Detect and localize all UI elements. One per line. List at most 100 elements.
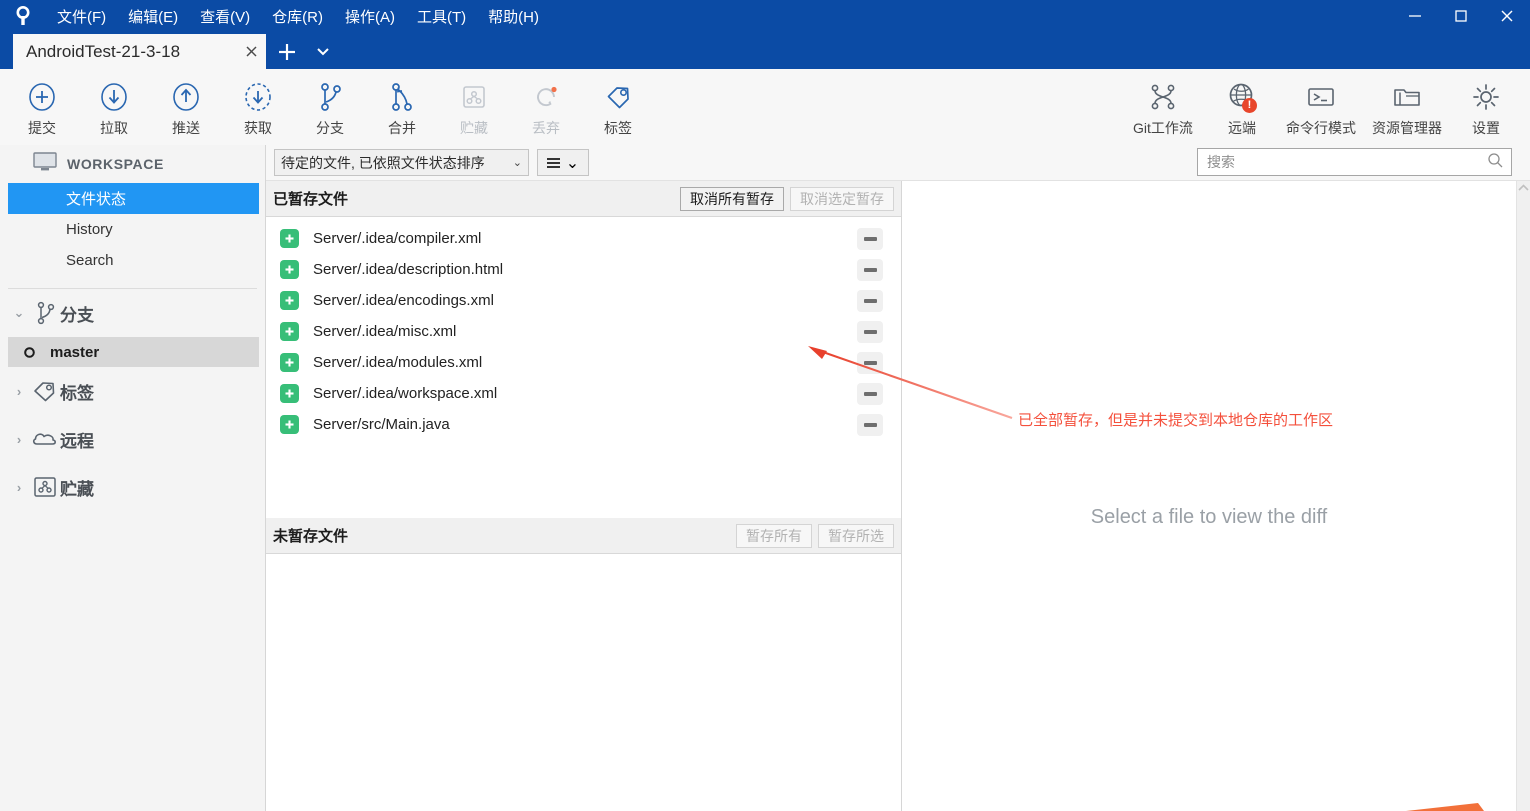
gitflow-button[interactable]: Git工作流	[1120, 69, 1206, 145]
list-view-icon	[546, 157, 560, 168]
commit-label: 提交	[28, 120, 56, 136]
terminal-icon	[1304, 78, 1338, 116]
branch-icon	[313, 78, 347, 116]
minus-icon[interactable]	[857, 351, 883, 374]
discard-icon	[529, 78, 563, 116]
staged-file-row[interactable]: Server/.idea/modules.xml	[266, 347, 901, 378]
staged-file-row[interactable]: Server/.idea/description.html	[266, 254, 901, 285]
close-icon[interactable]	[1484, 0, 1530, 32]
sidebar-item-history[interactable]: History	[0, 214, 265, 245]
terminal-button[interactable]: 命令行模式	[1278, 69, 1364, 145]
minus-icon[interactable]	[857, 289, 883, 312]
tab-close-icon[interactable]	[236, 34, 266, 69]
minus-icon[interactable]	[857, 320, 883, 343]
menu-help[interactable]: 帮助(H)	[477, 0, 550, 32]
staged-file-path: Server/.idea/modules.xml	[313, 354, 483, 371]
merge-button[interactable]: 合并	[366, 69, 438, 145]
sidebar-section-tags[interactable]: › 标签	[0, 367, 265, 415]
staged-file-row[interactable]: Server/.idea/compiler.xml	[266, 223, 901, 254]
file-sort-dropdown[interactable]: 待定的文件, 已依照文件状态排序 ⌄	[274, 149, 529, 176]
new-tab-icon[interactable]	[272, 34, 302, 69]
tab-strip: AndroidTest-21-3-18	[0, 32, 1530, 89]
stage-selected-button: 暂存所选	[818, 523, 894, 548]
chevron-right-icon[interactable]: ›	[8, 384, 30, 399]
search-box[interactable]: 搜索	[1197, 148, 1512, 176]
sidebar-section-tags-label: 标签	[60, 383, 94, 403]
menu-tools[interactable]: 工具(T)	[406, 0, 477, 32]
sidebar-branch-master[interactable]: master	[8, 337, 259, 367]
staged-file-row[interactable]: Server/src/Main.java	[266, 409, 901, 440]
discard-button[interactable]: 丢弃	[510, 69, 582, 145]
toolbar-left-group: 提交 拉取 推送 获取 分支 合并 贮藏 丢弃 标签	[6, 69, 654, 145]
minimize-icon[interactable]	[1392, 0, 1438, 32]
tag-icon	[601, 78, 635, 116]
commit-button[interactable]: 提交	[6, 69, 78, 145]
menu-actions[interactable]: 操作(A)	[334, 0, 406, 32]
chevron-down-icon[interactable]: ⌄	[8, 305, 30, 321]
corner-accent-icon	[1406, 803, 1484, 811]
sidebar-item-search-label: Search	[66, 252, 114, 269]
menu-bar: 文件(F) 编辑(E) 查看(V) 仓库(R) 操作(A) 工具(T) 帮助(H…	[46, 0, 550, 32]
branch-label: 分支	[316, 120, 344, 136]
sourcetree-logo-icon	[0, 0, 46, 32]
sidebar-section-remotes[interactable]: › 远程	[0, 415, 265, 463]
staged-file-path: Server/.idea/workspace.xml	[313, 385, 498, 402]
unstaged-files-list	[266, 554, 901, 560]
staged-files-header: 已暂存文件 取消所有暂存 取消选定暂存	[266, 181, 901, 217]
menu-edit[interactable]: 编辑(E)	[117, 0, 189, 32]
plus-icon	[280, 353, 299, 372]
tag-button[interactable]: 标签	[582, 69, 654, 145]
minus-icon[interactable]	[857, 227, 883, 250]
explorer-button[interactable]: 资源管理器	[1364, 69, 1450, 145]
menu-file[interactable]: 文件(F)	[46, 0, 117, 32]
gitflow-label: Git工作流	[1133, 120, 1193, 136]
gitflow-icon	[1146, 78, 1180, 116]
fetch-button[interactable]: 获取	[222, 69, 294, 145]
unstage-all-button[interactable]: 取消所有暂存	[680, 186, 784, 211]
minus-icon[interactable]	[857, 382, 883, 405]
plus-icon	[280, 260, 299, 279]
plus-icon	[280, 291, 299, 310]
push-button[interactable]: 推送	[150, 69, 222, 145]
push-label: 推送	[172, 120, 200, 136]
tag-label: 标签	[604, 120, 632, 136]
sidebar-section-branches[interactable]: ⌄ 分支	[0, 289, 265, 337]
branch-icon	[30, 300, 60, 326]
staged-file-row[interactable]: Server/.idea/misc.xml	[266, 316, 901, 347]
diff-scrollbar[interactable]	[1516, 181, 1530, 811]
chevron-right-icon[interactable]: ›	[8, 432, 30, 447]
branch-button[interactable]: 分支	[294, 69, 366, 145]
remote-button[interactable]: ! 远端	[1206, 69, 1278, 145]
stash-button[interactable]: 贮藏	[438, 69, 510, 145]
tab-dropdown-icon[interactable]	[308, 34, 338, 69]
stash-label: 贮藏	[460, 120, 488, 136]
workspace-header: WORKSPACE	[0, 145, 265, 183]
chevron-up-icon[interactable]	[1517, 183, 1530, 194]
search-input[interactable]: 搜索	[1198, 152, 1487, 172]
sidebar-item-search[interactable]: Search	[0, 245, 265, 276]
chevron-right-icon[interactable]: ›	[8, 480, 30, 495]
explorer-folder-icon	[1390, 78, 1424, 116]
diff-empty-message: Select a file to view the diff	[1090, 506, 1328, 528]
minus-icon[interactable]	[857, 258, 883, 281]
pull-button[interactable]: 拉取	[78, 69, 150, 145]
unstaged-files-header: 未暂存文件 暂存所有 暂存所选	[266, 518, 901, 554]
discard-label: 丢弃	[532, 120, 560, 136]
sourcetree-window: 文件(F) 编辑(E) 查看(V) 仓库(R) 操作(A) 工具(T) 帮助(H…	[0, 0, 1530, 811]
repo-tab[interactable]: AndroidTest-21-3-18	[13, 34, 266, 69]
tag-icon	[30, 379, 60, 403]
sidebar-item-history-label: History	[66, 221, 113, 238]
staged-file-row[interactable]: Server/.idea/workspace.xml	[266, 378, 901, 409]
chevron-down-icon: ⌄	[565, 154, 580, 172]
menu-repository[interactable]: 仓库(R)	[261, 0, 334, 32]
sidebar-item-file-status[interactable]: 文件状态	[8, 183, 259, 214]
maximize-icon[interactable]	[1438, 0, 1484, 32]
minus-icon[interactable]	[857, 413, 883, 436]
settings-button[interactable]: 设置	[1450, 69, 1522, 145]
menu-edit-label: 编辑(E)	[128, 8, 179, 26]
menu-view[interactable]: 查看(V)	[189, 0, 261, 32]
sidebar-section-stashes[interactable]: › 贮藏	[0, 463, 265, 511]
plus-icon	[280, 229, 299, 248]
view-mode-dropdown[interactable]: ⌄	[537, 149, 589, 176]
staged-file-row[interactable]: Server/.idea/encodings.xml	[266, 285, 901, 316]
